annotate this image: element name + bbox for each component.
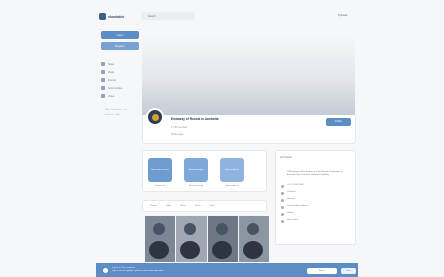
phone-icon: [281, 185, 284, 188]
sidebar-item-news[interactable]: News: [101, 60, 141, 68]
show-more-link[interactable]: Show more: [287, 219, 298, 221]
sidebar-item-label: Music: [108, 70, 115, 74]
members-icon: [281, 206, 284, 209]
follow-link[interactable]: Follow: [287, 212, 293, 214]
language-selector[interactable]: Русский: [338, 14, 347, 17]
sidebar-item-label: Video: [108, 94, 115, 98]
photo-gallery: [145, 216, 269, 262]
music-icon: [101, 70, 105, 74]
open-website-button[interactable]: Open website: [220, 158, 244, 182]
gallery-photo[interactable]: [207, 216, 238, 262]
tab-photos[interactable]: Photos: [150, 205, 157, 207]
action-label: Subscribe to news: [151, 168, 169, 171]
sidebar-item-communities[interactable]: Communities: [101, 84, 141, 92]
brand-logo[interactable]: vkontakte: [99, 13, 124, 20]
sidebar-item-label: News: [108, 62, 114, 66]
friends-icon: [101, 78, 105, 82]
tab-posts[interactable]: Posts: [195, 205, 200, 207]
community-cover-image: [142, 34, 355, 115]
community-description: Official page of the Embassy of the Russ…: [287, 171, 343, 177]
banner-close-button[interactable]: Close: [341, 268, 356, 274]
vk-banner-icon: [103, 268, 108, 273]
gallery-photo[interactable]: [238, 216, 269, 262]
community-title: Embassy of Russia in Australia: [171, 117, 219, 121]
action-caption: Contact us: [154, 185, 166, 187]
tab-links[interactable]: Links: [210, 205, 215, 207]
login-button[interactable]: Log in: [101, 31, 139, 39]
follow-button[interactable]: Follow: [326, 118, 351, 126]
members-link[interactable]: Community members: [287, 205, 308, 207]
sidebar-footer-links[interactable]: Blog · Developers · For business · More: [105, 108, 136, 118]
vk-logo-icon: [99, 13, 106, 20]
member-count[interactable]: 1 745 members: [171, 126, 188, 129]
sidebar-item-label: Communities: [108, 86, 122, 90]
banner-message: Log in to VK to continue Sign in to see …: [112, 267, 232, 272]
top-navigation-bar: vkontakte Русский: [0, 0, 444, 34]
action-label: Send message: [188, 168, 204, 171]
gallery-photo[interactable]: [145, 216, 176, 262]
sidebar-navigation: News Music Friends Communities Video: [101, 60, 141, 100]
phone-number[interactable]: +61 2 6295 9033: [287, 184, 303, 186]
banner-subtitle: Sign in to see updates, photos, and comm…: [112, 269, 164, 272]
more-icon: [281, 220, 284, 223]
website-icon: [281, 199, 284, 202]
quick-actions-card: Subscribe to news Send message Open webs…: [142, 150, 267, 192]
gallery-photo[interactable]: [176, 216, 207, 262]
tab-music[interactable]: Music: [180, 205, 186, 207]
communities-icon: [101, 86, 105, 90]
sidebar-item-label: Friends: [108, 78, 116, 82]
action-caption: Send message: [188, 185, 204, 187]
content-tabs: Photos Video Music Posts Links: [142, 200, 267, 212]
video-icon: [101, 94, 105, 98]
brand-name: vkontakte: [108, 14, 125, 19]
community-category: Public page: [171, 133, 184, 136]
send-message-button[interactable]: Send message: [184, 158, 208, 182]
info-title: Information: [280, 156, 292, 159]
website-link[interactable]: Website: [287, 198, 295, 200]
action-caption: Open website: [225, 185, 239, 187]
register-button[interactable]: Register: [101, 42, 139, 50]
follow-icon: [281, 213, 284, 216]
contacts-link[interactable]: Contacts: [287, 191, 296, 193]
contacts-icon: [281, 192, 284, 195]
banner-sign-in-button[interactable]: Sign in: [307, 268, 337, 274]
search-input[interactable]: [141, 12, 195, 20]
subscribe-news-button[interactable]: Subscribe to news: [148, 158, 172, 182]
news-icon: [101, 62, 105, 66]
tab-video[interactable]: Video: [166, 205, 172, 207]
action-label: Open website: [225, 168, 239, 171]
sidebar-item-video[interactable]: Video: [101, 92, 141, 100]
sidebar-item-friends[interactable]: Friends: [101, 76, 141, 84]
emblem-icon: [152, 114, 159, 121]
sidebar-item-music[interactable]: Music: [101, 68, 141, 76]
community-info-card: Information Official page of the Embassy…: [275, 150, 356, 245]
